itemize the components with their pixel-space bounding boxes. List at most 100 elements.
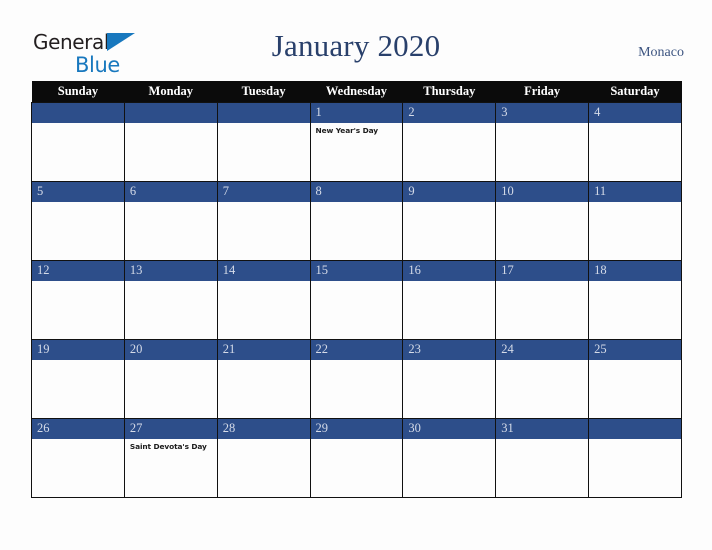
day-cell-body bbox=[403, 439, 495, 497]
day-number: 1 bbox=[310, 103, 403, 123]
calendar-week-row: 26 27 Saint Devota's Day 28 29 30 31 bbox=[31, 418, 682, 498]
weekday-header-saturday: Saturday bbox=[588, 81, 682, 103]
day-cell-body bbox=[125, 281, 217, 339]
day-number: 25 bbox=[589, 340, 681, 360]
calendar-day-cell[interactable]: 24 bbox=[495, 339, 590, 419]
day-cell-body bbox=[403, 123, 495, 181]
calendar-day-cell[interactable]: 14 bbox=[216, 260, 311, 340]
calendar-day-cell[interactable]: 29 bbox=[309, 418, 404, 498]
day-number: 13 bbox=[124, 261, 217, 281]
day-cell-body bbox=[496, 123, 588, 181]
day-number: 27 bbox=[124, 419, 217, 439]
day-event-label: Saint Devota's Day bbox=[129, 442, 207, 451]
day-number: 12 bbox=[32, 261, 124, 281]
weekday-header-tuesday: Tuesday bbox=[217, 81, 311, 103]
calendar-day-cell[interactable]: 26 bbox=[31, 418, 125, 498]
day-cell-body bbox=[403, 281, 495, 339]
day-number: 5 bbox=[32, 182, 124, 202]
day-cell-body: Saint Devota's Day bbox=[125, 439, 217, 497]
calendar-day-cell[interactable] bbox=[123, 102, 218, 182]
calendar-page: General Blue January 2020 Monaco Sunday … bbox=[0, 0, 712, 550]
weekday-header-thursday: Thursday bbox=[402, 81, 496, 103]
weekday-header-monday: Monday bbox=[124, 81, 218, 103]
day-cell-body bbox=[32, 281, 124, 339]
calendar-day-cell[interactable]: 12 bbox=[31, 260, 125, 340]
weekday-header-friday: Friday bbox=[495, 81, 589, 103]
day-cell-body bbox=[311, 439, 403, 497]
day-number: 31 bbox=[496, 419, 589, 439]
day-cell-body bbox=[218, 202, 310, 260]
day-number: 2 bbox=[403, 103, 496, 123]
calendar-day-cell[interactable]: 15 bbox=[309, 260, 404, 340]
calendar-day-cell[interactable]: 9 bbox=[402, 181, 497, 261]
day-cell-body bbox=[218, 123, 310, 181]
weekday-header-wednesday: Wednesday bbox=[310, 81, 403, 103]
day-number bbox=[32, 103, 124, 123]
calendar-day-cell[interactable]: 3 bbox=[495, 102, 590, 182]
day-number: 14 bbox=[217, 261, 310, 281]
locale-label: Monaco bbox=[638, 45, 684, 60]
calendar-day-cell[interactable] bbox=[588, 418, 682, 498]
calendar-day-cell[interactable]: 1 New Year's Day bbox=[309, 102, 404, 182]
calendar-day-cell[interactable] bbox=[31, 102, 125, 182]
day-cell-body bbox=[218, 281, 310, 339]
day-cell-body bbox=[403, 202, 495, 260]
day-number bbox=[124, 103, 217, 123]
calendar-day-cell[interactable]: 21 bbox=[216, 339, 311, 419]
day-number: 26 bbox=[32, 419, 124, 439]
calendar-week-row: 19 20 21 22 23 24 25 bbox=[31, 339, 682, 419]
day-number: 28 bbox=[217, 419, 310, 439]
day-event-label: New Year's Day bbox=[315, 126, 379, 135]
calendar-day-cell[interactable]: 16 bbox=[402, 260, 497, 340]
calendar-day-cell[interactable]: 25 bbox=[588, 339, 682, 419]
day-cell-body bbox=[589, 360, 681, 418]
calendar-week-row: 5 6 7 8 9 10 11 bbox=[31, 181, 682, 261]
calendar-day-cell[interactable]: 31 bbox=[495, 418, 590, 498]
calendar-day-cell[interactable]: 23 bbox=[402, 339, 497, 419]
calendar-day-cell[interactable] bbox=[216, 102, 311, 182]
day-cell-body bbox=[589, 123, 681, 181]
day-cell-body bbox=[32, 123, 124, 181]
calendar-day-cell[interactable]: 5 bbox=[31, 181, 125, 261]
calendar-day-cell[interactable]: 13 bbox=[123, 260, 218, 340]
day-cell-body bbox=[589, 281, 681, 339]
calendar-header-row: Sunday Monday Tuesday Wednesday Thursday… bbox=[31, 81, 682, 103]
calendar-day-cell[interactable]: 28 bbox=[216, 418, 311, 498]
calendar-day-cell[interactable]: 10 bbox=[495, 181, 590, 261]
calendar-day-cell[interactable]: 7 bbox=[216, 181, 311, 261]
calendar-day-cell[interactable]: 30 bbox=[402, 418, 497, 498]
day-cell-body bbox=[32, 360, 124, 418]
day-number: 19 bbox=[32, 340, 124, 360]
day-cell-body bbox=[32, 439, 124, 497]
weekday-header-sunday: Sunday bbox=[31, 81, 125, 103]
day-number: 15 bbox=[310, 261, 403, 281]
day-number bbox=[217, 103, 310, 123]
calendar-day-cell[interactable]: 2 bbox=[402, 102, 497, 182]
calendar-day-cell[interactable]: 20 bbox=[123, 339, 218, 419]
day-cell-body bbox=[125, 123, 217, 181]
calendar-day-cell[interactable]: 19 bbox=[31, 339, 125, 419]
day-number: 11 bbox=[589, 182, 681, 202]
calendar-day-cell[interactable]: 8 bbox=[309, 181, 404, 261]
day-number: 21 bbox=[217, 340, 310, 360]
day-cell-body bbox=[496, 439, 588, 497]
day-cell-body bbox=[496, 360, 588, 418]
day-number: 16 bbox=[403, 261, 496, 281]
day-number: 29 bbox=[310, 419, 403, 439]
calendar-day-cell[interactable]: 11 bbox=[588, 181, 682, 261]
day-cell-body bbox=[496, 202, 588, 260]
day-number: 23 bbox=[403, 340, 496, 360]
calendar-day-cell[interactable]: 18 bbox=[588, 260, 682, 340]
calendar-day-cell[interactable]: 6 bbox=[123, 181, 218, 261]
day-number: 3 bbox=[496, 103, 589, 123]
calendar-day-cell[interactable]: 27 Saint Devota's Day bbox=[123, 418, 218, 498]
day-number: 9 bbox=[403, 182, 496, 202]
day-cell-body bbox=[125, 202, 217, 260]
calendar-day-cell[interactable]: 22 bbox=[309, 339, 404, 419]
calendar-day-cell[interactable]: 17 bbox=[495, 260, 590, 340]
page-header: General Blue January 2020 Monaco bbox=[0, 0, 712, 80]
calendar-week-row: 1 New Year's Day 2 3 4 bbox=[31, 102, 682, 182]
calendar-week-row: 12 13 14 15 16 17 18 bbox=[31, 260, 682, 340]
day-cell-body bbox=[311, 281, 403, 339]
calendar-day-cell[interactable]: 4 bbox=[588, 102, 682, 182]
